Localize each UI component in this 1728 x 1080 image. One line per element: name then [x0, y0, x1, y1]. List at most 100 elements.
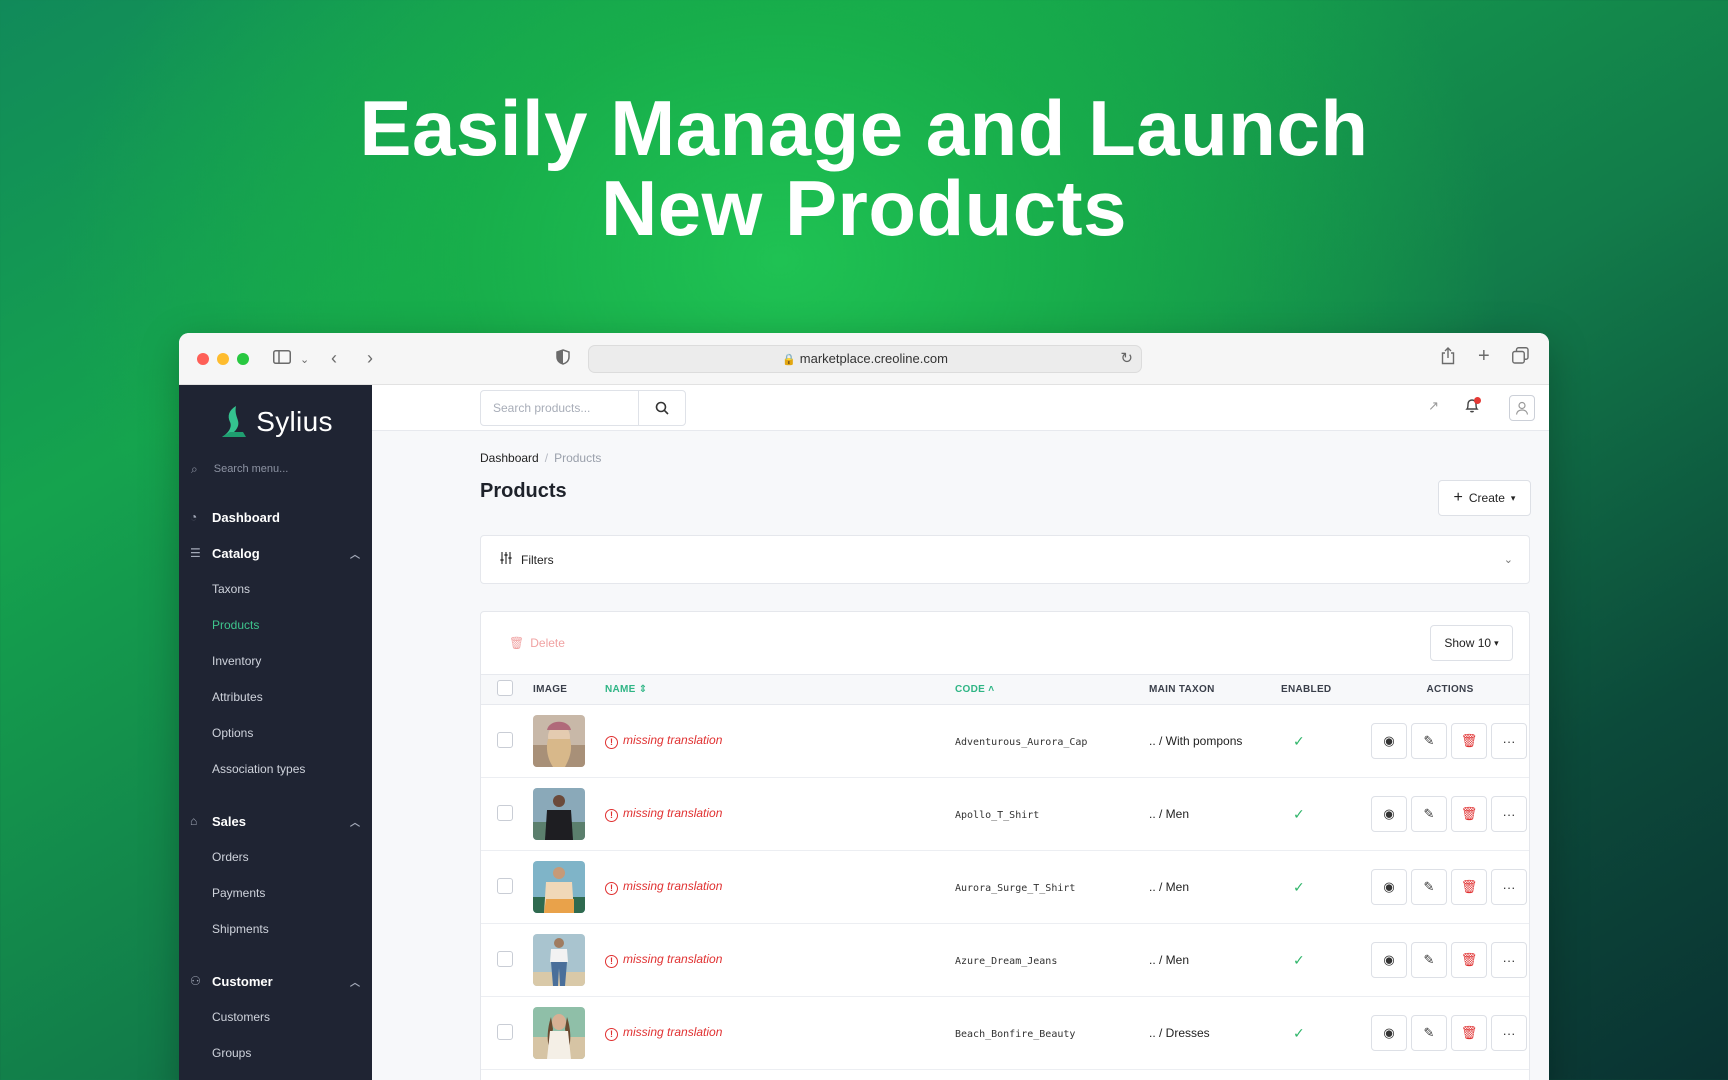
- trash-icon: 🗑: [509, 636, 525, 650]
- user-avatar[interactable]: [1509, 395, 1535, 421]
- product-main-taxon: .. / Men: [1149, 953, 1190, 967]
- sidebar-item-inventory[interactable]: Inventory: [179, 643, 372, 679]
- sidebar-item-customers[interactable]: Customers: [179, 999, 372, 1035]
- top-bar: ↗: [372, 385, 1549, 431]
- chevron-down-icon[interactable]: ⌄: [300, 349, 309, 371]
- sidebar-item-groups[interactable]: Groups: [179, 1035, 372, 1071]
- sidebar-section-customer[interactable]: ⚇ Customer ︿: [179, 963, 372, 999]
- select-all-checkbox[interactable]: [497, 680, 513, 696]
- hero-line-2: New Products: [600, 164, 1128, 252]
- product-name[interactable]: ! missing translation: [605, 1025, 722, 1041]
- more-button[interactable]: ···: [1491, 796, 1527, 832]
- sidebar-item-association-types[interactable]: Association types: [179, 751, 372, 787]
- trash-icon: 🗑: [1460, 806, 1478, 821]
- maximize-window-button[interactable]: [237, 353, 249, 365]
- sidebar-item-payments[interactable]: Payments: [179, 875, 372, 911]
- products-table: IMAGE NAME ⇕ CODE ˄ MAIN TAXON ENABLED A…: [481, 674, 1529, 1070]
- edit-button[interactable]: ✎: [1411, 942, 1447, 978]
- products-grid: 🗑 Delete Show 10 ▾ IMAGE NAME ⇕ CODE ˄ M…: [480, 611, 1530, 1080]
- more-button[interactable]: ···: [1491, 1015, 1527, 1051]
- delete-button[interactable]: 🗑: [1451, 796, 1487, 832]
- product-thumbnail[interactable]: [533, 1007, 585, 1059]
- dots-icon: ···: [1502, 733, 1516, 749]
- sidebar-item-attributes[interactable]: Attributes: [179, 679, 372, 715]
- sidebar-item-orders[interactable]: Orders: [179, 839, 372, 875]
- filters-label: Filters: [521, 552, 554, 567]
- delete-button[interactable]: 🗑: [1451, 942, 1487, 978]
- row-checkbox[interactable]: [497, 950, 513, 967]
- forward-icon[interactable]: ›: [367, 347, 373, 369]
- eye-icon: ◉: [1383, 1025, 1395, 1040]
- brand-name: Sylius: [256, 406, 333, 437]
- browser-window: ⌄ ‹ › 🔒 marketplace.creoline.com ↻ + Syli…: [179, 333, 1549, 1080]
- column-name[interactable]: NAME ⇕: [605, 675, 955, 705]
- sidebar-item-taxons[interactable]: Taxons: [179, 571, 372, 607]
- product-code: Adventurous_Aurora_Cap: [955, 737, 1088, 748]
- sidebar-toggle-icon[interactable]: [273, 347, 291, 369]
- view-button[interactable]: ◉: [1371, 1015, 1407, 1051]
- share-icon[interactable]: [1441, 347, 1455, 370]
- reload-icon[interactable]: ↻: [1120, 346, 1133, 372]
- new-tab-icon[interactable]: +: [1478, 345, 1490, 367]
- product-name[interactable]: ! missing translation: [605, 806, 722, 822]
- product-name[interactable]: ! missing translation: [605, 952, 722, 968]
- sidebar-item-products[interactable]: Products: [179, 607, 372, 643]
- edit-button[interactable]: ✎: [1411, 723, 1447, 759]
- view-button[interactable]: ◉: [1371, 869, 1407, 905]
- trash-icon: 🗑: [1460, 879, 1478, 894]
- delete-button[interactable]: 🗑: [1451, 1015, 1487, 1051]
- row-checkbox[interactable]: [497, 1023, 513, 1040]
- product-name[interactable]: ! missing translation: [605, 733, 722, 749]
- more-button[interactable]: ···: [1491, 942, 1527, 978]
- column-code[interactable]: CODE ˄: [955, 675, 1149, 705]
- search-button[interactable]: [638, 391, 685, 425]
- back-icon[interactable]: ‹: [331, 347, 337, 369]
- product-thumbnail[interactable]: [533, 861, 585, 913]
- delete-button[interactable]: 🗑: [1451, 723, 1487, 759]
- sidebar-section-catalog[interactable]: ☰ Catalog ︿: [179, 535, 372, 571]
- alert-circle-icon: !: [605, 809, 618, 822]
- sidebar-item-dashboard[interactable]: ◔ Dashboard: [179, 499, 372, 535]
- search-icon: [655, 401, 669, 415]
- edit-button[interactable]: ✎: [1411, 869, 1447, 905]
- sidebar-search[interactable]: ⌕ Search menu...: [179, 449, 372, 489]
- product-name[interactable]: ! missing translation: [605, 879, 722, 895]
- users-icon: ⚇: [190, 974, 201, 988]
- breadcrumb-dashboard[interactable]: Dashboard: [480, 451, 539, 465]
- view-button[interactable]: ◉: [1371, 796, 1407, 832]
- external-link-icon[interactable]: ↗: [1428, 398, 1439, 414]
- page-title: Products: [480, 480, 567, 502]
- per-page-select[interactable]: Show 10 ▾: [1430, 625, 1513, 661]
- view-button[interactable]: ◉: [1371, 723, 1407, 759]
- product-thumbnail[interactable]: [533, 715, 585, 767]
- sidebar-item-shipments[interactable]: Shipments: [179, 911, 372, 947]
- shield-icon[interactable]: [556, 348, 570, 370]
- more-button[interactable]: ···: [1491, 869, 1527, 905]
- address-bar[interactable]: 🔒 marketplace.creoline.com ↻: [588, 345, 1142, 373]
- brand-logo[interactable]: Sylius: [179, 385, 372, 449]
- edit-button[interactable]: ✎: [1411, 796, 1447, 832]
- alert-circle-icon: !: [605, 736, 618, 749]
- row-checkbox[interactable]: [497, 804, 513, 821]
- create-button[interactable]: + Create ▾: [1438, 480, 1531, 516]
- sidebar-section-sales[interactable]: ⌂ Sales ︿: [179, 803, 372, 839]
- bulk-delete-button[interactable]: 🗑 Delete: [509, 636, 565, 650]
- chevron-up-icon: ︿: [350, 549, 360, 561]
- product-thumbnail[interactable]: [533, 788, 585, 840]
- top-right-tools: ↗: [1419, 385, 1549, 431]
- product-thumbnail[interactable]: [533, 934, 585, 986]
- tabs-overview-icon[interactable]: [1512, 347, 1529, 369]
- filters-panel[interactable]: Filters ⌄: [480, 535, 1530, 584]
- row-checkbox[interactable]: [497, 731, 513, 748]
- more-button[interactable]: ···: [1491, 723, 1527, 759]
- delete-button[interactable]: 🗑: [1451, 869, 1487, 905]
- table-row: ! missing translation Azure_Dream_Jeans .…: [481, 924, 1529, 997]
- row-checkbox[interactable]: [497, 877, 513, 894]
- eye-icon: ◉: [1383, 879, 1395, 894]
- edit-button[interactable]: ✎: [1411, 1015, 1447, 1051]
- view-button[interactable]: ◉: [1371, 942, 1407, 978]
- close-window-button[interactable]: [197, 353, 209, 365]
- search-input[interactable]: [481, 391, 638, 425]
- sidebar-item-options[interactable]: Options: [179, 715, 372, 751]
- minimize-window-button[interactable]: [217, 353, 229, 365]
